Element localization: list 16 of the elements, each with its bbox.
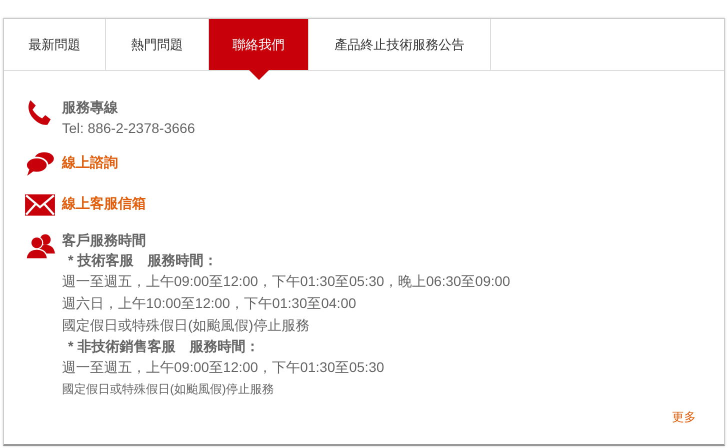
- section-title: 客戶服務時間: [62, 231, 146, 250]
- hours-text: 週一至週五，上午09:00至12:00，下午01:30至05:30，晚上06:30至09:00: [62, 272, 510, 291]
- link[interactable]: 線上諮詢: [62, 148, 118, 176]
- hours-text: 週一至週五，上午09:00至12:00，下午01:30至05:30: [62, 358, 384, 377]
- hours-text: 國定假日或特殊假日(如颱風假)停止服務: [62, 316, 310, 335]
- tab-pointer: [248, 70, 268, 80]
- section-title: 服務專線: [62, 98, 118, 117]
- more-link[interactable]: 更多: [672, 409, 696, 426]
- hours-heading: * 非技術銷售客服 服務時間：: [67, 337, 260, 356]
- hours-heading: * 技術客服 服務時間：: [67, 251, 218, 270]
- hours-text: 週六日，上午10:00至12:00，下午01:30至04:00: [62, 294, 356, 313]
- note-text: 國定假日或特殊假日(如颱風假)停止服務: [62, 381, 274, 398]
- tab[interactable]: 最新問題: [4, 19, 106, 70]
- phone-number: Tel: 886-2-2378-3666: [62, 119, 196, 138]
- link[interactable]: 線上客服信箱: [62, 189, 146, 217]
- tab[interactable]: 產品終止技術服務公告: [309, 19, 491, 70]
